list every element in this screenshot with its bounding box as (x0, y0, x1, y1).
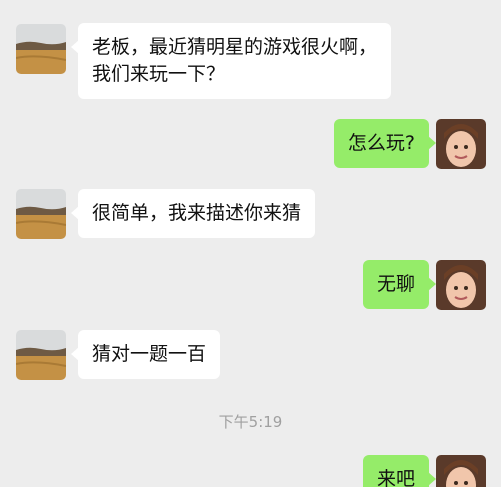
message-text: 无聊 (376, 273, 415, 295)
message-text: 我们来玩一下？ (92, 63, 226, 85)
girl-avatar-icon[interactable] (436, 260, 486, 310)
landscape-avatar-icon[interactable] (16, 330, 66, 380)
landscape-avatar-icon[interactable] (16, 24, 66, 74)
timestamp: 下午5:19 (218, 413, 283, 431)
message-text: 猜对一题一百 (92, 343, 207, 365)
message-bubble[interactable]: 很简单，我来描述你来猜 (70, 189, 316, 238)
message-bubble[interactable]: 无聊 (362, 260, 437, 309)
message-bubble[interactable]: 怎么玩? (333, 119, 437, 168)
message-text: 老板，最近猜明星的游戏很火啊， (92, 36, 378, 58)
landscape-avatar-icon[interactable] (16, 189, 66, 239)
girl-avatar-icon[interactable] (436, 455, 486, 487)
message-bubble[interactable]: 来吧 (362, 455, 437, 487)
message-bubble[interactable]: 猜对一题一百 (70, 330, 221, 379)
message-text: 很简单，我来描述你来猜 (92, 202, 302, 224)
message-text: 来吧 (376, 468, 415, 487)
message-text: 怎么玩? (347, 132, 415, 154)
girl-avatar-icon[interactable] (436, 119, 486, 169)
message-bubble[interactable]: 老板，最近猜明星的游戏很火啊， 我们来玩一下？ (70, 23, 392, 99)
chat-area: 老板，最近猜明星的游戏很火啊， 我们来玩一下？ 怎么玩? 很简单，我来描述你来猜 (0, 0, 501, 487)
